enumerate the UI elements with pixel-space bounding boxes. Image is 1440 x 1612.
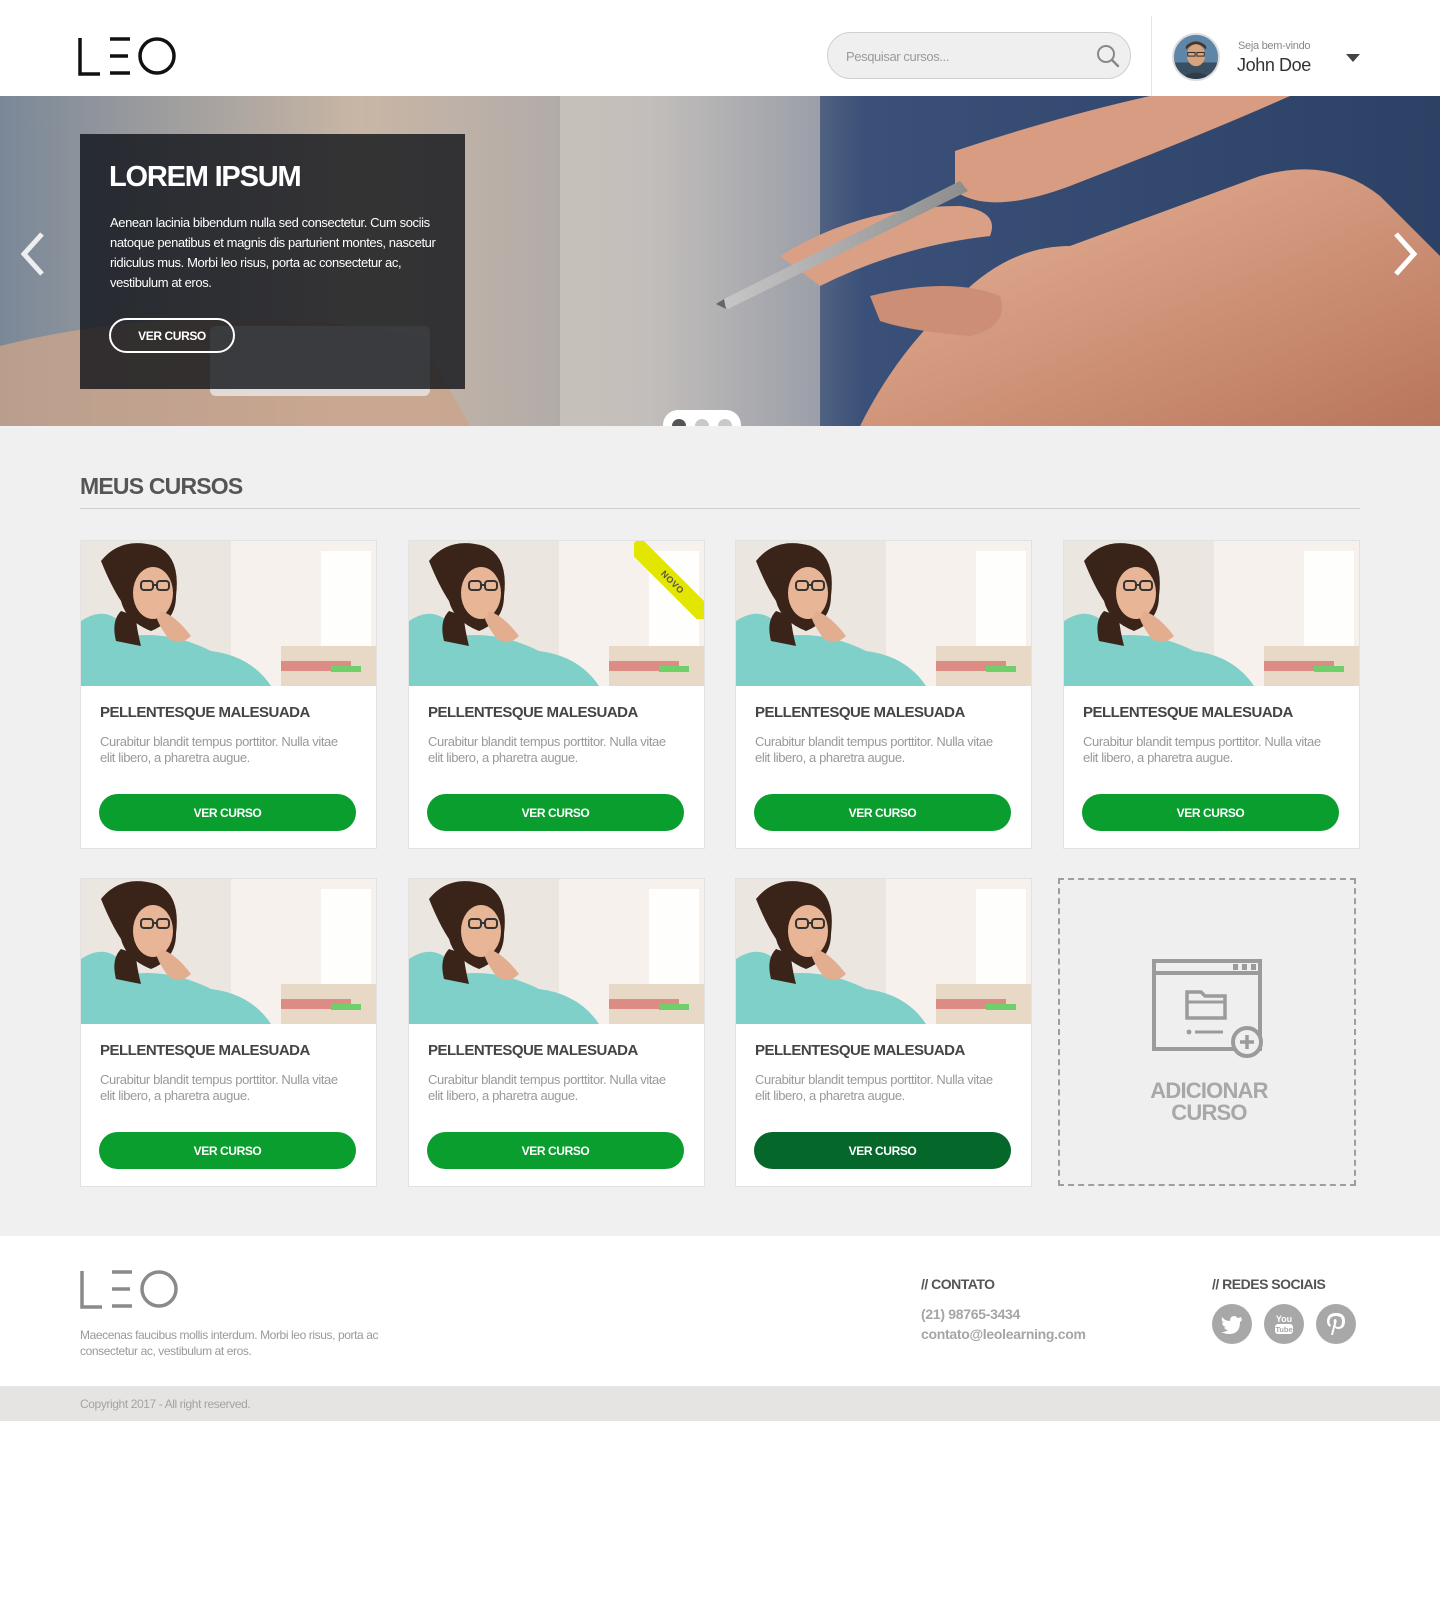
pinterest-icon[interactable] [1316, 1304, 1356, 1344]
social-heading: // REDES SOCIAIS [1212, 1276, 1326, 1292]
site-footer: Maecenas faucibus mollis interdum. Morbi… [0, 1236, 1440, 1386]
course-thumbnail[interactable] [1064, 541, 1359, 686]
course-card: PELLENTESQUE MALESUADA Curabitur blandit… [80, 878, 377, 1187]
footer-description: Maecenas faucibus mollis interdum. Morbi… [80, 1328, 379, 1358]
course-description: Curabitur blandit tempus porttitor. Null… [428, 734, 666, 765]
hero-caption: LOREM IPSUM Aenean lacinia bibendum null… [80, 134, 465, 389]
add-course-label-line1: ADICIONAR [1150, 1078, 1268, 1103]
course-description: Curabitur blandit tempus porttitor. Null… [1083, 734, 1321, 765]
svg-text:Tube: Tube [1275, 1325, 1292, 1334]
course-card: PELLENTESQUE MALESUADA Curabitur blandit… [735, 540, 1032, 849]
course-card: PELLENTESQUE MALESUADA Curabitur blandit… [80, 540, 377, 849]
course-title: PELLENTESQUE MALESUADA [428, 1042, 638, 1059]
courses-section: MEUS CURSOS PELLENTESQUE MALESUADA Curab… [0, 426, 1440, 1236]
chevron-left-icon[interactable] [18, 230, 48, 278]
course-card: PELLENTESQUE MALESUADA Curabitur blandit… [735, 878, 1032, 1187]
hero-title: LOREM IPSUM [109, 161, 302, 193]
section-divider [80, 508, 1360, 509]
leo-logo-footer[interactable] [80, 1269, 180, 1309]
course-title: PELLENTESQUE MALESUADA [100, 704, 310, 721]
copyright-text: Copyright 2017 - All right reserved. [80, 1397, 251, 1411]
add-course-label: ADICIONAR CURSO [1060, 1080, 1358, 1124]
course-card: NOVO PELLENTESQUE MALESUADA Curabitur bl… [408, 540, 705, 849]
course-thumbnail[interactable] [81, 879, 376, 1024]
course-description: Curabitur blandit tempus porttitor. Null… [755, 1072, 993, 1103]
site-header: Seja bem-vindo John Doe [0, 0, 1440, 96]
course-description: Curabitur blandit tempus porttitor. Null… [428, 1072, 666, 1103]
new-badge: NOVO [634, 541, 704, 619]
username: John Doe [1237, 55, 1311, 75]
course-thumbnail[interactable] [81, 541, 376, 686]
hero-ver-curso-button[interactable]: VER CURSO [109, 318, 235, 353]
section-title: MEUS CURSOS [80, 473, 243, 499]
course-description: Curabitur blandit tempus porttitor. Null… [100, 734, 338, 765]
youtube-icon[interactable]: You Tube [1264, 1304, 1304, 1344]
contact-email-link[interactable]: contato@leolearning.com [921, 1326, 1086, 1342]
course-card: PELLENTESQUE MALESUADA Curabitur blandit… [1063, 540, 1360, 849]
ver-curso-button[interactable]: VER CURSO [1082, 794, 1339, 831]
welcome-text: Seja bem-vindo [1238, 40, 1311, 52]
copyright-bar: Copyright 2017 - All right reserved. [0, 1386, 1440, 1421]
ver-curso-button[interactable]: VER CURSO [754, 794, 1011, 831]
ver-curso-button[interactable]: VER CURSO [99, 1132, 356, 1169]
course-description: Curabitur blandit tempus porttitor. Null… [100, 1072, 338, 1103]
course-thumbnail[interactable] [736, 879, 1031, 1024]
add-course-label-line2: CURSO [1171, 1100, 1247, 1125]
ver-curso-button[interactable]: VER CURSO [754, 1132, 1011, 1169]
course-title: PELLENTESQUE MALESUADA [755, 1042, 965, 1059]
ver-curso-button[interactable]: VER CURSO [99, 794, 356, 831]
course-card: PELLENTESQUE MALESUADA Curabitur blandit… [408, 878, 705, 1187]
twitter-icon[interactable] [1212, 1304, 1252, 1344]
leo-logo[interactable] [78, 36, 178, 76]
svg-text:You: You [1276, 1314, 1292, 1324]
new-badge-label: NOVO [634, 541, 704, 619]
course-title: PELLENTESQUE MALESUADA [100, 1042, 310, 1059]
contact-heading: // CONTATO [921, 1276, 995, 1292]
search-input[interactable] [846, 45, 1076, 67]
ver-curso-button[interactable]: VER CURSO [427, 1132, 684, 1169]
course-title: PELLENTESQUE MALESUADA [755, 704, 965, 721]
header-divider [1151, 16, 1152, 96]
avatar[interactable] [1172, 33, 1220, 81]
course-thumbnail[interactable] [409, 879, 704, 1024]
chevron-right-icon[interactable] [1390, 230, 1420, 278]
course-description: Curabitur blandit tempus porttitor. Null… [755, 734, 993, 765]
course-title: PELLENTESQUE MALESUADA [1083, 704, 1293, 721]
contact-phone[interactable]: (21) 98765-3434 [921, 1306, 1020, 1322]
add-course-card[interactable]: ADICIONAR CURSO [1058, 878, 1356, 1186]
hero-text: Aenean lacinia bibendum nulla sed consec… [110, 215, 436, 290]
chevron-down-icon[interactable] [1345, 52, 1361, 64]
ver-curso-button[interactable]: VER CURSO [427, 794, 684, 831]
course-thumbnail[interactable] [736, 541, 1031, 686]
add-folder-icon [1152, 959, 1263, 1058]
search-icon[interactable] [1095, 43, 1121, 69]
hero-carousel: LOREM IPSUM Aenean lacinia bibendum null… [0, 96, 1440, 426]
course-title: PELLENTESQUE MALESUADA [428, 704, 638, 721]
search-box [827, 32, 1131, 79]
